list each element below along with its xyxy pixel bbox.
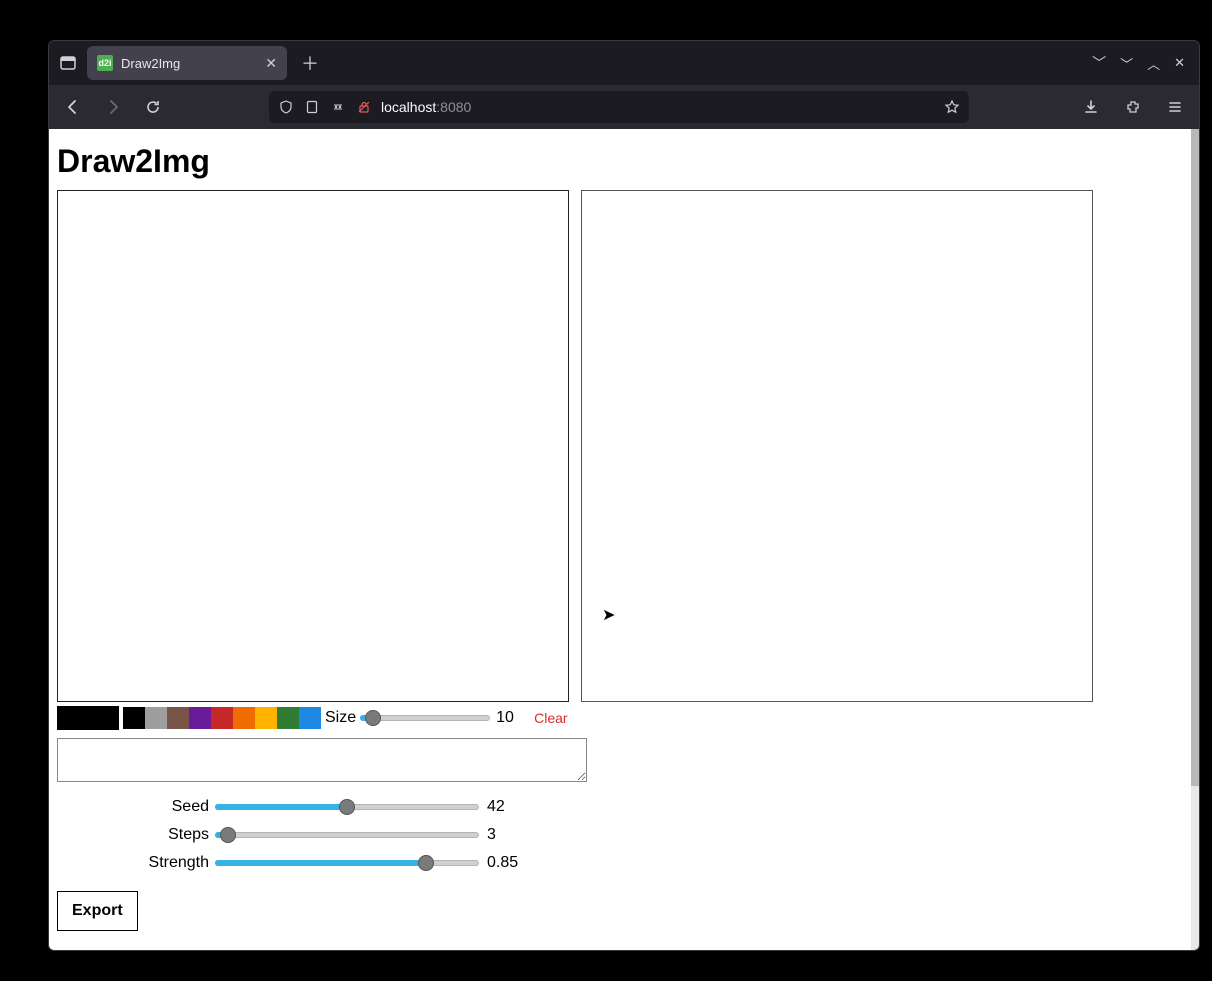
steps-label: Steps — [57, 826, 215, 844]
color-swatch[interactable] — [277, 707, 299, 729]
url-text[interactable]: localhost:8080 — [381, 99, 935, 115]
size-label: Size — [325, 709, 356, 727]
color-swatch[interactable] — [211, 707, 233, 729]
url-port: :8080 — [436, 99, 471, 115]
shield-icon[interactable] — [277, 98, 295, 116]
page-scrollbar[interactable] — [1191, 129, 1199, 950]
draw-toolbar: Size 10 Clear — [57, 706, 1191, 730]
export-button[interactable]: Export — [57, 891, 138, 931]
strength-value: 0.85 — [487, 854, 518, 872]
output-canvas: ➤ — [581, 190, 1093, 702]
mouse-cursor-icon: ➤ — [602, 605, 615, 625]
window-close-button[interactable]: ✕ — [1174, 55, 1185, 71]
steps-value: 3 — [487, 826, 496, 844]
firefox-view-icon[interactable] — [57, 52, 79, 74]
app-menu-icon[interactable] — [1161, 93, 1189, 121]
color-swatch[interactable] — [255, 707, 277, 729]
nav-forward-button[interactable] — [99, 93, 127, 121]
url-host: localhost — [381, 99, 436, 115]
color-swatch[interactable] — [189, 707, 211, 729]
list-tabs-button[interactable]: ﹀ — [1092, 53, 1106, 73]
window-maximize-button[interactable]: ︿ — [1147, 54, 1160, 73]
new-tab-button[interactable]: ＋ — [295, 48, 325, 78]
tab-strip: d2i Draw2Img ✕ ＋ ﹀ ﹀ ︿ ✕ — [49, 41, 1199, 85]
size-slider[interactable] — [360, 709, 490, 727]
current-color-swatch[interactable] — [57, 706, 119, 730]
size-value: 10 — [496, 709, 520, 727]
color-swatch[interactable] — [167, 707, 189, 729]
close-tab-button[interactable]: ✕ — [265, 56, 277, 70]
seed-value: 42 — [487, 798, 505, 816]
nav-back-button[interactable] — [59, 93, 87, 121]
seed-label: Seed — [57, 798, 215, 816]
color-swatch[interactable] — [123, 707, 145, 729]
tab-title: Draw2Img — [121, 56, 257, 71]
steps-slider[interactable] — [215, 826, 479, 844]
prompt-input[interactable] — [57, 738, 587, 782]
strength-label: Strength — [57, 854, 215, 872]
app-title: Draw2Img — [57, 143, 1191, 180]
page-info-icon[interactable] — [303, 98, 321, 116]
strength-slider[interactable] — [215, 854, 479, 872]
draw-canvas[interactable] — [57, 190, 569, 702]
clear-button[interactable]: Clear — [534, 710, 567, 726]
permissions-icon[interactable] — [329, 98, 347, 116]
color-swatch[interactable] — [145, 707, 167, 729]
color-swatch-row — [123, 707, 321, 729]
bookmark-star-icon[interactable] — [943, 98, 961, 116]
extensions-icon[interactable] — [1119, 93, 1147, 121]
window-minimize-button[interactable]: ﹀ — [1120, 54, 1133, 73]
seed-slider[interactable] — [215, 798, 479, 816]
page-scrollbar-thumb[interactable] — [1191, 129, 1199, 786]
browser-toolbar: localhost:8080 — [49, 85, 1199, 129]
tab-favicon: d2i — [97, 55, 113, 71]
nav-reload-button[interactable] — [139, 93, 167, 121]
color-swatch[interactable] — [233, 707, 255, 729]
browser-tab[interactable]: d2i Draw2Img ✕ — [87, 46, 287, 80]
insecure-icon[interactable] — [355, 98, 373, 116]
color-swatch[interactable] — [299, 707, 321, 729]
url-bar[interactable]: localhost:8080 — [269, 91, 969, 123]
page-content: Draw2Img ➤ Size 10 Clear — [49, 129, 1199, 950]
params-panel: Seed 42 Steps 3 Strength — [57, 793, 1191, 877]
downloads-icon[interactable] — [1077, 93, 1105, 121]
